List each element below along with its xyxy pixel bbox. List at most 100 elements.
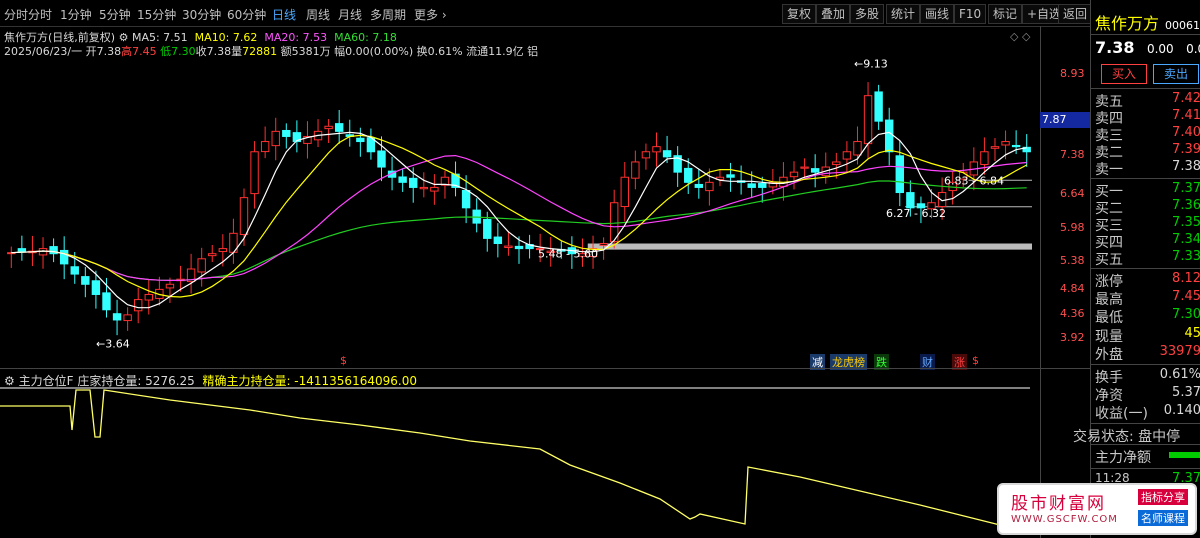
period-tab-daily[interactable]: 日线 <box>272 6 296 23</box>
candle-body <box>885 119 894 153</box>
candle-body <box>430 186 439 192</box>
kline-chart[interactable]: ←3.64 ←9.13 5.48 - 5.60 6.27 - 6.32 6.83 - 6… <box>0 26 1090 368</box>
period-tab-minute[interactable]: 分时 <box>28 6 52 23</box>
candle-body <box>123 314 132 322</box>
candle-body <box>324 125 333 130</box>
stat-value: 7.30 <box>1172 307 1200 322</box>
candle-body <box>810 168 820 173</box>
candle-body <box>504 245 513 248</box>
stat-value: 33979 <box>1159 344 1200 359</box>
axis-tick: 4.36 <box>1060 307 1085 320</box>
candle-body <box>260 141 270 153</box>
ask-label: 卖一 <box>1095 162 1123 178</box>
period-tab-monthly[interactable]: 月线 <box>338 6 362 23</box>
candle-body <box>81 276 90 285</box>
period-tab-30min[interactable]: 30分钟 <box>182 6 221 23</box>
period-tab-minute[interactable]: 分时 <box>4 6 28 23</box>
buy-button[interactable]: 买入 <box>1101 64 1147 84</box>
stat-label: 最低 <box>1095 310 1123 326</box>
candle-body <box>599 243 608 246</box>
period-tab-5min[interactable]: 5分钟 <box>99 6 131 23</box>
candle-body <box>662 150 672 158</box>
bid-price: 7.37 <box>1172 181 1200 196</box>
candle-body <box>134 299 143 312</box>
candle-body <box>514 245 524 250</box>
bid-price: 7.34 <box>1172 232 1200 247</box>
candle-body <box>218 248 228 253</box>
period-tab-60min[interactable]: 60分钟 <box>227 6 266 23</box>
candle-body <box>747 183 756 188</box>
stat-label: 涨停 <box>1095 274 1123 290</box>
ask-row: 卖一 7.38 <box>1095 159 1200 179</box>
watermark-url: WWW.GSCFW.COM <box>1011 514 1118 525</box>
ma10-line <box>11 134 1027 298</box>
candle-body <box>842 151 852 160</box>
stats-button[interactable]: 统计 <box>886 4 921 24</box>
candle-body <box>641 151 651 159</box>
stat-label: 现量 <box>1095 329 1123 345</box>
period-tab-15min[interactable]: 15分钟 <box>137 6 176 23</box>
ask-price: 7.39 <box>1172 142 1200 157</box>
mark-button[interactable]: 标记 <box>988 4 1023 24</box>
candle-body <box>208 253 217 257</box>
draw-button[interactable]: 画线 <box>920 4 955 24</box>
candle-body <box>356 137 365 143</box>
chevron-right-icon: › <box>438 8 447 22</box>
stock-code: 00061 <box>1165 19 1200 32</box>
candle-body <box>250 151 259 195</box>
watermark-logo: 股市财富网 指标分享 名师课程 WWW.GSCFW.COM <box>997 483 1197 535</box>
candle-body <box>789 171 799 178</box>
period-toolbar: 分时 分时 1分钟 5分钟 15分钟 30分钟 60分钟 日线 周线 月线 多周… <box>0 0 1093 27</box>
candle-body <box>398 176 407 183</box>
stat-row: 外盘 33979 <box>1095 344 1200 364</box>
bid-price: 7.35 <box>1172 215 1200 230</box>
range-annotation: 5.48 - 5.60 <box>538 248 598 261</box>
event-mark-dollar[interactable]: $ <box>340 354 347 367</box>
f10-button[interactable]: F10 <box>954 4 987 24</box>
adjust-button[interactable]: 复权 <box>782 4 817 24</box>
multi-stock-button[interactable]: 多股 <box>850 4 885 24</box>
candle-body <box>59 249 69 265</box>
bid-price: 7.36 <box>1172 198 1200 213</box>
ma60-line <box>11 180 1027 281</box>
support-zone <box>587 243 1032 250</box>
period-tab-1min[interactable]: 1分钟 <box>60 6 92 23</box>
stat-value: 0.140 <box>1163 403 1200 418</box>
candle-body <box>409 177 418 188</box>
period-tab-weekly[interactable]: 周线 <box>306 6 330 23</box>
range-annotation: 6.83 - 6.84 <box>944 174 1004 187</box>
bid-row: 买五 7.33 <box>1095 249 1200 269</box>
candle-body <box>853 141 862 156</box>
axis-tick: 8.93 <box>1060 67 1085 80</box>
ask-price: 7.40 <box>1172 125 1200 140</box>
stat-value: 7.45 <box>1172 289 1200 304</box>
overlay-button[interactable]: 叠加 <box>816 4 851 24</box>
bid-price: 7.33 <box>1172 249 1200 264</box>
divider <box>1091 423 1200 424</box>
sell-button[interactable]: 卖出 <box>1153 64 1199 84</box>
event-mark-dollar-2[interactable]: $ <box>972 354 979 367</box>
back-button[interactable]: 返回 <box>1058 4 1093 24</box>
ask-price: 7.38 <box>1172 159 1200 174</box>
candle-body <box>483 218 492 239</box>
indicator-chart[interactable] <box>0 385 1040 538</box>
divider <box>1091 364 1200 365</box>
stat-row: 换手 0.61% <box>1095 367 1200 387</box>
candle-body <box>980 151 989 166</box>
stock-name-text: 焦作万方 <box>1095 14 1160 33</box>
period-tab-more[interactable]: 更多 › <box>414 6 447 23</box>
watermark-title: 股市财富网 <box>1011 494 1106 514</box>
period-tab-multi[interactable]: 多周期 <box>370 6 406 23</box>
stat-value: 0.61% <box>1159 367 1200 382</box>
price-change: 0.00 <box>1146 42 1174 56</box>
candle-body <box>694 183 704 188</box>
candle-body <box>144 293 153 301</box>
candle-body <box>112 313 122 321</box>
high-annotation: ←9.13 <box>854 58 888 71</box>
candle-body <box>271 130 280 147</box>
main-net-row: 主力净额 <box>1095 447 1200 467</box>
trade-state-text: 交易状态: 盘中停 <box>1073 429 1181 445</box>
candle-body <box>102 292 111 311</box>
candle-body <box>631 161 640 179</box>
low-annotation: ←3.64 <box>96 337 130 350</box>
